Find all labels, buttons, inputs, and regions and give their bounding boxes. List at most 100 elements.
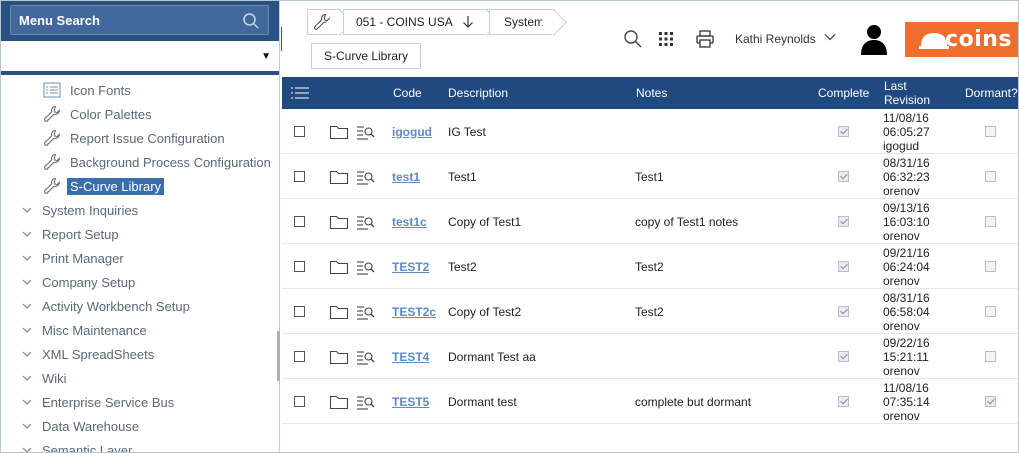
page-header: 051 - COINS USA System S-Curve Library K… (282, 1, 1018, 77)
column-header-last-revision[interactable]: Last Revision (884, 77, 930, 109)
last-revision-cell: 11/08/16 06:05:27 igogud (883, 109, 930, 154)
logo-dome-icon (919, 33, 949, 49)
table-row[interactable]: TEST4 Dormant Test aa 09/22/16 15:21:11 oren… (282, 334, 1018, 379)
user-name[interactable]: Kathi Reynolds (735, 32, 816, 46)
description-cell: Dormant test (448, 394, 517, 409)
row-select-checkbox[interactable] (294, 334, 305, 379)
table-row[interactable]: test1 Test1 Test1 08/31/16 06:32:23 orenov (282, 154, 1018, 199)
checkbox[interactable] (294, 351, 305, 362)
view-details-icon[interactable] (356, 123, 376, 141)
folder-icon[interactable] (329, 393, 349, 411)
complete-checkbox (838, 109, 849, 154)
sidebar-item-system-inquiries[interactable]: System Inquiries (19, 199, 141, 221)
breadcrumb-system[interactable]: System (489, 9, 555, 35)
sidebar-item-enterprise-service-bus[interactable]: Enterprise Service Bus (19, 391, 177, 413)
folder-icon[interactable] (329, 258, 349, 276)
sidebar-item-background-process-configuration[interactable]: Background Process Configuration (41, 151, 274, 173)
code-link[interactable]: test1 (392, 170, 420, 184)
dormant-checkbox (985, 109, 996, 154)
view-details-icon[interactable] (356, 258, 376, 276)
apps-grid-icon[interactable] (656, 29, 676, 49)
table-row[interactable]: TEST2c Copy of Test2 Test2 08/31/16 06:58:04… (282, 289, 1018, 334)
sidebar-item-misc-maintenance[interactable]: Misc Maintenance (19, 319, 150, 341)
dormant-checkbox (985, 244, 996, 289)
sidebar-item-data-warehouse[interactable]: Data Warehouse (19, 415, 142, 437)
sidebar-item-icon-fonts[interactable]: Icon Fonts (41, 79, 134, 101)
view-details-icon[interactable] (356, 303, 376, 321)
search-icon[interactable] (242, 12, 260, 30)
revision-date: 08/31/16 (883, 290, 930, 305)
breadcrumb-company[interactable]: 051 - COINS USA (343, 9, 488, 35)
sidebar-item-activity-workbench-setup[interactable]: Activity Workbench Setup (19, 295, 193, 317)
sidebar-item-company-setup[interactable]: Company Setup (19, 271, 138, 293)
column-header-complete[interactable]: Complete (818, 77, 869, 109)
sidebar-scrollbar[interactable] (277, 331, 280, 381)
code-link[interactable]: igogud (392, 125, 432, 139)
checkbox (838, 306, 849, 317)
column-header-code[interactable]: Code (393, 77, 422, 109)
notes-cell: complete but dormant (635, 394, 752, 409)
column-header-description[interactable]: Description (448, 77, 508, 109)
row-select-checkbox[interactable] (294, 154, 305, 199)
folder-icon[interactable] (329, 168, 349, 186)
table-row[interactable]: igogud IG Test 11/08/16 06:05:27 igogud (282, 109, 1018, 154)
sidebar-item-report-issue-configuration[interactable]: Report Issue Configuration (41, 127, 228, 149)
checkbox[interactable] (294, 216, 305, 227)
row-select-checkbox[interactable] (294, 199, 305, 244)
sidebar-item-wiki[interactable]: Wiki (19, 367, 70, 389)
sidebar-item-semantic-layer[interactable]: Semantic Layer (19, 439, 135, 452)
code-link[interactable]: TEST2c (392, 305, 436, 319)
folder-icon[interactable] (329, 123, 349, 141)
column-header-notes[interactable]: Notes (636, 77, 667, 109)
folder-icon[interactable] (329, 348, 349, 366)
checkbox[interactable] (294, 171, 305, 182)
search-icon[interactable] (623, 29, 643, 49)
sidebar-item-label: Icon Fonts (70, 82, 131, 98)
folder-icon[interactable] (329, 213, 349, 231)
last-revision-cell: 08/31/16 06:32:23 orenov (883, 154, 930, 199)
code-link[interactable]: TEST2 (392, 260, 429, 274)
code-link[interactable]: TEST4 (392, 350, 429, 364)
sidebar-item-print-manager[interactable]: Print Manager (19, 247, 127, 269)
last-revision-cell: 08/31/16 06:58:04 orenov (883, 289, 930, 334)
checkbox[interactable] (294, 261, 305, 272)
avatar[interactable] (860, 23, 888, 55)
menu-search-input[interactable]: Menu Search (10, 5, 269, 35)
view-details-icon[interactable] (356, 393, 376, 411)
row-select-checkbox[interactable] (294, 109, 305, 154)
row-select-checkbox[interactable] (294, 379, 305, 424)
view-details-icon[interactable] (356, 168, 376, 186)
checkbox[interactable] (294, 306, 305, 317)
chevron-down-icon (19, 372, 35, 384)
checkbox[interactable] (294, 396, 305, 407)
breadcrumb-home[interactable] (307, 9, 341, 35)
last-revision-cell: 09/13/16 16:03:10 orenov (883, 199, 930, 244)
column-header-dormant[interactable]: Dormant? (965, 77, 1018, 109)
sidebar-item-s-curve-library[interactable]: S-Curve Library (41, 175, 165, 197)
folder-icon[interactable] (329, 303, 349, 321)
view-details-icon[interactable] (356, 348, 376, 366)
sidebar-item-report-setup[interactable]: Report Setup (19, 223, 122, 245)
logo-text: coins (945, 27, 1012, 52)
row-select-checkbox[interactable] (294, 289, 305, 334)
code-link[interactable]: test1c (392, 215, 427, 229)
menu-filter-select[interactable]: ▼ (1, 41, 279, 75)
dormant-checkbox (985, 154, 996, 199)
printer-icon[interactable] (695, 29, 715, 49)
last-revision-cell: 09/21/16 06:24:04 orenov (883, 244, 930, 289)
table-row[interactable]: TEST2 Test2 Test2 09/21/16 06:24:04 orenov (282, 244, 1018, 289)
sidebar-item-xml-spreadsheets[interactable]: XML SpreadSheets (19, 343, 157, 365)
table-row[interactable]: test1c Copy of Test1 copy of Test1 notes 09… (282, 199, 1018, 244)
sidebar-item-label: Data Warehouse (42, 418, 140, 434)
checkbox[interactable] (294, 126, 305, 137)
row-select-checkbox[interactable] (294, 244, 305, 289)
code-link[interactable]: TEST5 (392, 395, 429, 409)
table-row[interactable]: TEST5 Dormant test complete but dormant 11/… (282, 379, 1018, 424)
sidebar-item-color-palettes[interactable]: Color Palettes (41, 103, 155, 125)
column-options-button[interactable] (291, 77, 309, 109)
sidebar-item-label: Print Manager (42, 250, 124, 266)
view-details-icon[interactable] (356, 213, 376, 231)
chevron-down-icon[interactable] (823, 30, 837, 44)
revision-date: 11/08/16 (883, 110, 929, 125)
description-cell: Copy of Test1 (448, 214, 522, 229)
